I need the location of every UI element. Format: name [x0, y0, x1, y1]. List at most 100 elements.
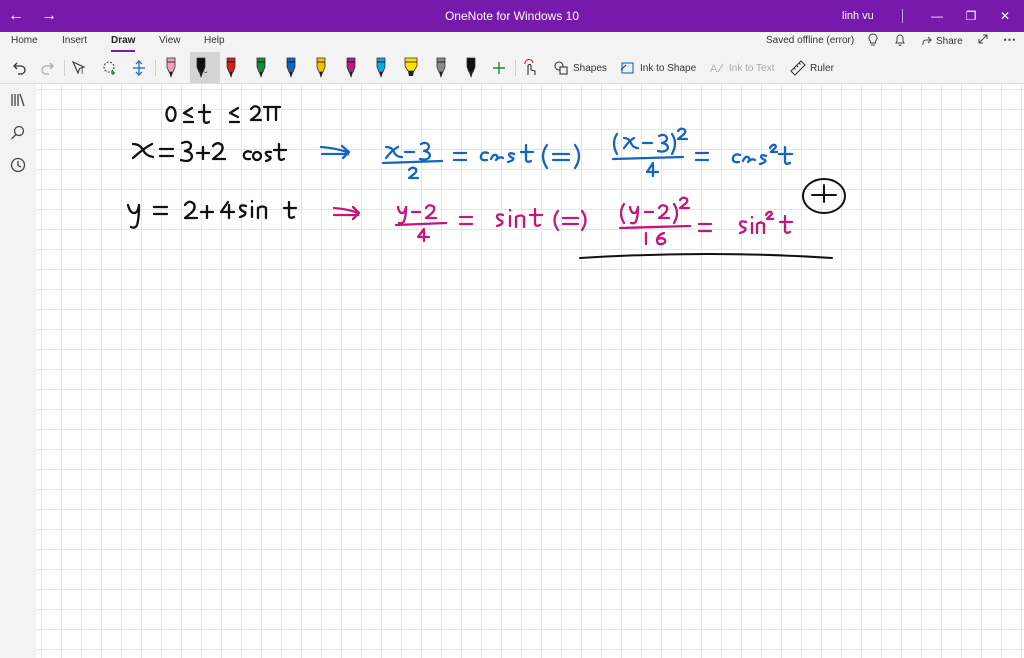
ink-magenta-strokes [332, 196, 794, 246]
ink-black-strokes [126, 103, 846, 259]
pen-5-button[interactable] [283, 57, 299, 79]
highlighter-9-button[interactable] [403, 57, 419, 79]
ink-stroke [697, 222, 713, 233]
ink-stroke [384, 145, 404, 160]
ink-to-text-icon: A [710, 63, 724, 75]
tab-home[interactable]: Home [11, 35, 38, 46]
ink-stroke [551, 152, 571, 162]
tab-help[interactable]: Help [204, 35, 225, 46]
svg-text:A: A [710, 63, 718, 75]
ink-replay-button[interactable] [522, 58, 538, 78]
redo-icon [41, 62, 54, 75]
ink-blue-strokes [319, 127, 794, 180]
ruler-icon [790, 60, 806, 76]
ink-stroke [768, 143, 779, 154]
pen-4-button[interactable] [253, 57, 269, 79]
pen-icon [346, 57, 356, 78]
page-canvas[interactable] [36, 84, 1024, 658]
minimize-icon[interactable]: — [926, 6, 948, 26]
restore-icon[interactable]: ❐ [960, 6, 982, 26]
ink-to-shape-icon [620, 62, 634, 74]
ink-stroke [219, 200, 236, 220]
undo-button[interactable] [11, 58, 27, 78]
ink-stroke [282, 200, 298, 219]
ink-stroke [407, 166, 420, 180]
pen-icon [466, 57, 476, 78]
shapes-button[interactable]: Shapes [553, 58, 607, 78]
ink-stroke [264, 150, 273, 163]
ink-stroke [251, 150, 263, 162]
chevron-down-icon[interactable]: ˇ [204, 71, 207, 82]
lightbulb-icon[interactable] [867, 33, 879, 50]
add-pen-button[interactable] [491, 58, 507, 78]
ink-stroke [731, 153, 742, 164]
share-label: Share [936, 35, 963, 47]
notebooks-icon[interactable] [9, 91, 27, 109]
ink-stroke [197, 103, 212, 124]
ink-stroke [645, 161, 660, 178]
shapes-icon [554, 61, 568, 75]
sync-status[interactable]: Saved offline (error) [766, 35, 854, 46]
ink-to-shape-label: Ink to Shape [640, 62, 697, 74]
type-select-icon: I [71, 60, 86, 76]
recent-icon[interactable] [9, 156, 27, 174]
ink-stroke [152, 205, 169, 216]
ink-stroke [656, 133, 670, 153]
ink-stroke [416, 227, 431, 243]
ink-stroke [655, 231, 667, 246]
ribbon-tabs: Home Insert Draw View Help Saved offline… [0, 32, 1024, 52]
expand-icon[interactable] [977, 33, 989, 48]
search-icon[interactable] [9, 124, 27, 142]
pen-8-button[interactable] [373, 57, 389, 79]
pen-2-button[interactable]: ˇ [193, 57, 209, 82]
ink-stroke [670, 132, 677, 156]
close-icon[interactable]: ✕ [994, 6, 1016, 26]
ink-stroke [131, 142, 155, 160]
pen-6-button[interactable] [313, 57, 329, 79]
bell-icon[interactable] [894, 33, 906, 50]
ink-stroke [619, 202, 626, 225]
tab-insert[interactable]: Insert [62, 35, 87, 46]
pen-7-button[interactable] [343, 57, 359, 79]
pen-icon [436, 57, 446, 78]
ink-stroke [506, 152, 516, 164]
redo-button[interactable] [40, 58, 56, 78]
ink-stroke [672, 202, 679, 225]
more-options-icon[interactable]: ⋯ [1003, 32, 1016, 48]
ink-stroke [479, 151, 490, 162]
pen-1-button[interactable] [163, 57, 179, 79]
ink-to-shape-button[interactable]: Ink to Shape [620, 58, 696, 78]
user-name[interactable]: linh vu [842, 10, 874, 22]
ink-stroke [179, 140, 194, 163]
type-select-button[interactable]: I [71, 58, 89, 78]
add-space-icon [133, 60, 145, 76]
ink-stroke [195, 145, 211, 161]
ruler-button[interactable]: Ruler [790, 58, 834, 78]
tab-draw[interactable]: Draw [111, 35, 136, 52]
pen-3-button[interactable] [223, 57, 239, 79]
ink-to-text-button[interactable]: A Ink to Text [709, 58, 774, 78]
ink-stroke [580, 209, 587, 232]
draw-toolbar: I ˇ Shapes Ink to Shape A Ink to Text Ru… [0, 52, 1024, 84]
title-bar: ← → OneNote for Windows 10 linh vu — ❐ ✕ [0, 0, 1024, 32]
ruler-label: Ruler [810, 62, 834, 74]
ink-stroke [678, 196, 691, 210]
ink-drawing [126, 103, 846, 259]
share-button[interactable]: Share [921, 35, 963, 47]
lasso-select-button[interactable] [101, 58, 119, 78]
touch-draw-icon [524, 59, 536, 75]
ink-stroke [778, 214, 794, 234]
ink-stroke [618, 224, 692, 230]
ink-stroke [694, 151, 710, 162]
undo-icon [13, 62, 26, 75]
ink-stroke [573, 143, 581, 170]
title-separator [902, 9, 903, 23]
pen-icon [166, 57, 176, 78]
ink-stroke [495, 213, 505, 228]
pen-10-button[interactable] [433, 57, 449, 79]
tab-view[interactable]: View [159, 35, 181, 46]
ink-stroke [519, 143, 535, 163]
pen-11-button[interactable] [463, 57, 479, 79]
add-space-button[interactable] [131, 58, 147, 78]
pen-icon [256, 57, 266, 78]
